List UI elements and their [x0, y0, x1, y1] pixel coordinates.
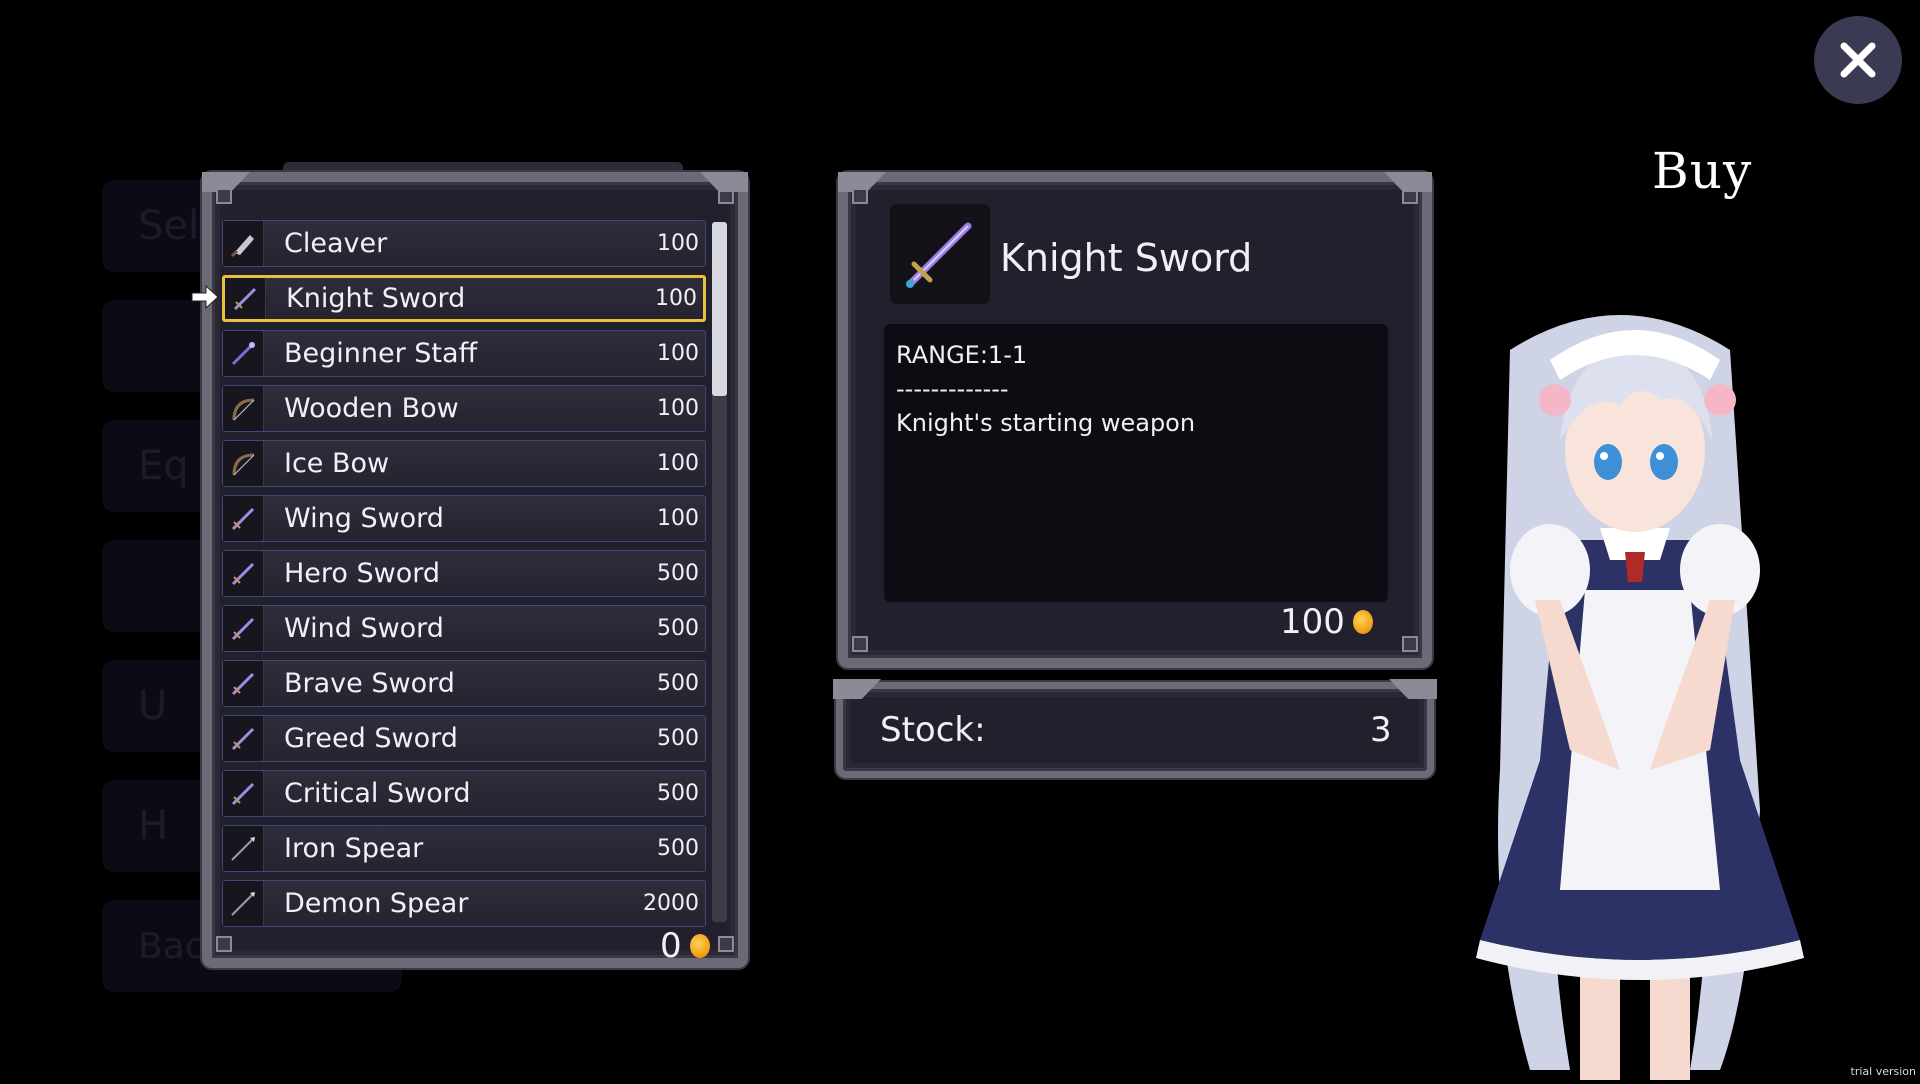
trial-version-watermark: trial version	[1850, 1065, 1916, 1078]
item-name: Cleaver	[284, 228, 388, 259]
item-separator: -------------	[896, 375, 1009, 403]
item-row[interactable]: Wooden Bow 100	[222, 385, 706, 432]
item-name: Beginner Staff	[284, 338, 478, 369]
scrollbar-thumb[interactable]	[712, 222, 727, 396]
item-name: Critical Sword	[284, 778, 471, 809]
item-price: 500	[657, 836, 699, 861]
bow-icon	[223, 441, 264, 486]
item-name: Ice Bow	[284, 448, 390, 479]
player-gold: 0	[660, 926, 710, 966]
item-row[interactable]: Greed Sword 500	[222, 715, 706, 762]
item-price: 2000	[643, 891, 699, 916]
close-button[interactable]	[1814, 16, 1902, 104]
bow-icon	[223, 386, 264, 431]
item-price: 100	[655, 286, 697, 311]
spear-icon	[223, 826, 264, 871]
sword-icon	[225, 278, 266, 319]
item-row[interactable]: Beginner Staff 100	[222, 330, 706, 377]
item-name: Iron Spear	[284, 833, 424, 864]
item-price: 100	[657, 396, 699, 421]
coin-icon	[689, 934, 710, 958]
item-price: 100	[657, 506, 699, 531]
item-name: Brave Sword	[284, 668, 455, 699]
item-row[interactable]: Demon Spear 2000	[222, 880, 706, 927]
item-price: 500	[657, 561, 699, 586]
staff-icon	[223, 331, 264, 376]
stock-value: 3	[1370, 710, 1392, 750]
detail-item-name: Knight Sword	[1000, 236, 1253, 280]
item-row[interactable]: Brave Sword 500	[222, 660, 706, 707]
detail-price: 100	[1280, 602, 1373, 642]
screen-title: Buy	[1652, 142, 1753, 200]
cleaver-icon	[223, 221, 264, 266]
item-row[interactable]: Wing Sword 100	[222, 495, 706, 542]
item-price: 500	[657, 726, 699, 751]
item-name: Demon Spear	[284, 888, 469, 919]
item-name: Knight Sword	[286, 283, 466, 314]
item-price: 500	[657, 671, 699, 696]
item-row[interactable]: Knight Sword 100	[222, 275, 706, 322]
pointer-hand-icon	[190, 282, 220, 316]
item-description-box: RANGE:1-1 ------------- Knight's startin…	[884, 324, 1388, 602]
sword-icon	[223, 771, 264, 816]
item-row[interactable]: Wind Sword 500	[222, 605, 706, 652]
item-name: Wing Sword	[284, 503, 444, 534]
player-gold-amount: 0	[660, 926, 682, 966]
item-price: 100	[657, 341, 699, 366]
detail-price-amount: 100	[1280, 602, 1345, 642]
item-row[interactable]: Ice Bow 100	[222, 440, 706, 487]
stock-label: Stock:	[880, 710, 986, 750]
spear-icon	[223, 881, 264, 926]
item-price: 100	[657, 451, 699, 476]
close-icon	[1840, 42, 1876, 78]
item-price: 500	[657, 616, 699, 641]
item-name: Wooden Bow	[284, 393, 459, 424]
knight-sword-icon	[890, 204, 990, 304]
sword-icon	[223, 551, 264, 596]
item-price: 100	[657, 231, 699, 256]
item-name: Greed Sword	[284, 723, 458, 754]
item-row[interactable]: Cleaver 100	[222, 220, 706, 267]
item-description: Knight's starting weapon	[896, 409, 1196, 437]
item-row[interactable]: Iron Spear 500	[222, 825, 706, 872]
item-name: Hero Sword	[284, 558, 441, 589]
sword-icon	[223, 606, 264, 651]
sword-icon	[223, 661, 264, 706]
item-price: 500	[657, 781, 699, 806]
item-range: RANGE:1-1	[896, 341, 1028, 369]
sword-icon	[223, 496, 264, 541]
item-name: Wind Sword	[284, 613, 444, 644]
item-row[interactable]: Critical Sword 500	[222, 770, 706, 817]
coin-icon	[1352, 610, 1373, 634]
sword-icon	[223, 716, 264, 761]
shopkeeper-maid-character	[1420, 290, 1840, 1084]
item-row[interactable]: Hero Sword 500	[222, 550, 706, 597]
